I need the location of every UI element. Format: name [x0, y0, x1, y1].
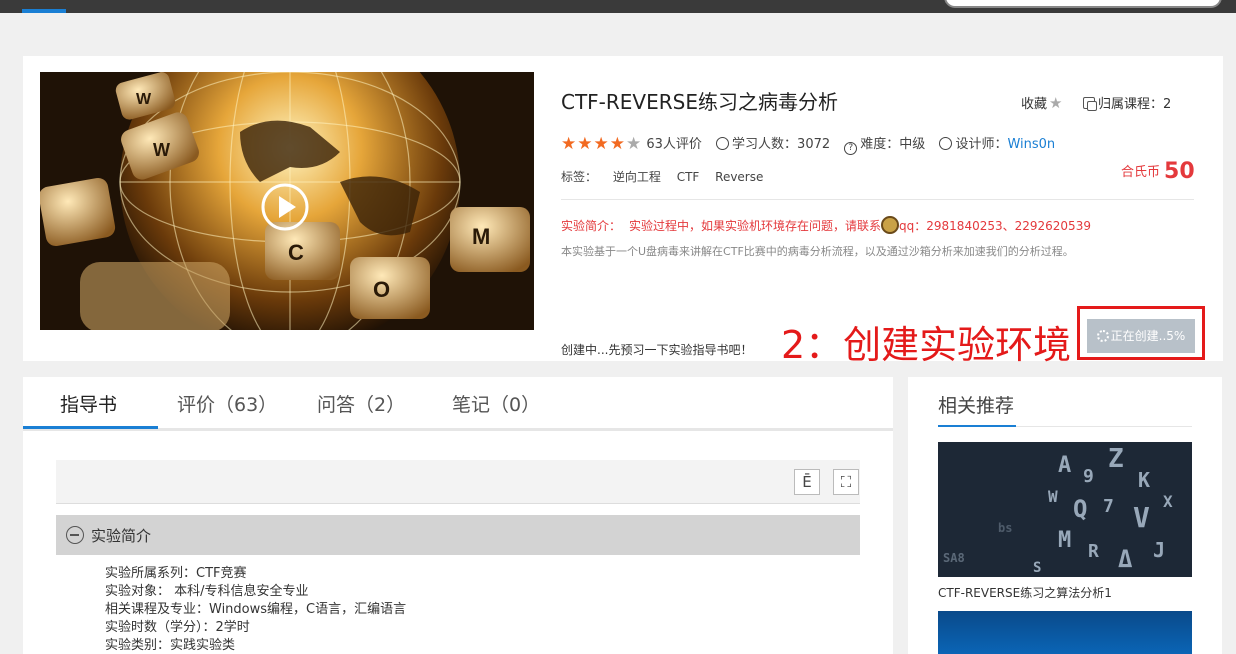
create-environment-label: 正在创建..5% [1110, 329, 1186, 343]
svg-text:SA8: SA8 [943, 551, 965, 565]
key-letter-c: C [288, 240, 304, 265]
intro-notice-text: 实验过程中，如果实验机环境存在问题，请联系 [629, 219, 882, 233]
recommend-thumbnail-2[interactable] [938, 611, 1192, 654]
coins-value: 50 [1164, 159, 1195, 184]
experiment-info: 实验所属系列：CTF竞赛 实验对象： 本科/专科信息安全专业 相关课程及专业：W… [105, 565, 406, 654]
svg-text:Δ: Δ [1118, 545, 1133, 573]
info-line: 实验对象： 本科/专科信息安全专业 [105, 584, 309, 599]
tags: 标签： 逆向工程 CTF Reverse [561, 168, 775, 185]
learners-label: 学习人数：3072 [732, 137, 831, 152]
intro-notice: 实验简介： 实验过程中，如果实验机环境存在问题，请联系 qq：2981840253、… [561, 216, 1091, 234]
coins-label: 合氏币 [1121, 165, 1161, 180]
fullscreen-button[interactable]: ⛶ [833, 469, 859, 495]
course-thumbnail[interactable]: W W C O M [40, 72, 534, 330]
favorite-label: 收藏 [1021, 97, 1048, 112]
difficulty: ? 难度：中级 [844, 137, 926, 155]
create-environment-button[interactable]: 正在创建..5% [1087, 319, 1195, 353]
top-navbar [0, 0, 1236, 13]
svg-text:W: W [1048, 487, 1058, 506]
svg-text:V: V [1133, 501, 1150, 534]
designer-icon [939, 137, 953, 150]
designer: 设计师：Wins0n [939, 137, 1055, 152]
svg-text:Z: Z [1108, 444, 1124, 474]
belongs-course[interactable]: 归属课程：2 [1083, 93, 1171, 112]
designer-link[interactable]: Wins0n [1007, 137, 1055, 152]
svg-text:J: J [1153, 538, 1165, 562]
svg-text:M: M [1058, 528, 1071, 553]
user-icon [716, 137, 730, 150]
info-line: 相关课程及专业：Windows编程，C语言，汇编语言 [105, 602, 407, 617]
key-letter-w1: W [136, 91, 152, 108]
svg-text:Q: Q [1073, 495, 1087, 523]
outline-button[interactable]: Ē [794, 469, 820, 495]
key-letter-o: O [373, 277, 390, 302]
info-line: 实验时数（学分）：2学时 [105, 620, 250, 635]
star-icon: ★ [1049, 94, 1063, 112]
section-header[interactable]: 实验简介 [56, 515, 860, 555]
svg-text:K: K [1138, 468, 1150, 492]
designer-label: 设计师： [955, 137, 1008, 152]
difficulty-label: 难度：中级 [860, 137, 926, 152]
belongs-course-label: 归属课程：2 [1098, 97, 1172, 112]
search-input[interactable] [944, 0, 1222, 8]
rating-stars: ★★★★★ [561, 134, 643, 154]
qq-avatar-icon [881, 216, 900, 234]
tag-reverse-engineering[interactable]: 逆向工程 [613, 170, 661, 184]
info-line: 实验类别：实践实验类 [105, 638, 236, 653]
svg-text:S: S [1033, 560, 1041, 576]
course-title: CTF-REVERSE练习之病毒分析 [561, 90, 838, 114]
tab-reviews[interactable]: 评价（63） [177, 390, 277, 417]
tags-label: 标签： [561, 170, 598, 184]
learners: 学习人数：3072 [716, 137, 830, 152]
intro-qq: qq：2981840253、2292620539 [899, 219, 1091, 233]
annotation-label: 2：创建实验环境 [781, 323, 1072, 367]
guide-panel: 指导书 评价（63） 问答（2） 笔记（0） Ē ⛶ 实验简介 实验所属系列：C… [23, 377, 893, 654]
svg-text:bs: bs [998, 521, 1012, 535]
course-icon [1083, 97, 1097, 111]
fullscreen-icon: ⛶ [840, 473, 852, 491]
svg-text:7: 7 [1103, 496, 1114, 517]
info-line: 实验所属系列：CTF竞赛 [105, 566, 247, 581]
course-description: 本实验基于一个U盘病毒来讲解在CTF比赛中的病毒分析流程，以及通过沙箱分析来加速… [561, 245, 1074, 258]
key-letter-w2: W [153, 140, 170, 160]
svg-text:X: X [1163, 492, 1173, 511]
favorite-button[interactable]: 收藏 ★ [1021, 93, 1062, 112]
coins: 合氏币 50 [1121, 159, 1195, 184]
svg-text:A: A [1058, 453, 1071, 478]
rating-count: 63人评价 [646, 137, 702, 152]
tag-ctf[interactable]: CTF [677, 170, 700, 184]
tab-guide[interactable]: 指导书 [60, 390, 117, 417]
course-card: W W C O M CTF-REVERSE练习之病毒分析 收藏 ★ 归属课程：2 … [23, 56, 1223, 367]
outline-icon: Ē [802, 473, 812, 491]
tab-notes[interactable]: 笔记（0） [452, 390, 540, 417]
intro-label: 实验简介： [561, 219, 622, 233]
section-title: 实验简介 [91, 527, 152, 545]
spinner-icon [1096, 330, 1109, 342]
recommend-title: 相关推荐 [938, 395, 1015, 417]
recommend-panel: 相关推荐 A 9 Z K W Q 7 V X M R Δ J S SA8 bs [908, 377, 1222, 654]
guide-toolbar: Ē ⛶ [56, 460, 860, 504]
question-icon: ? [844, 142, 858, 155]
divider [561, 199, 1194, 200]
svg-text:R: R [1088, 541, 1099, 562]
course-meta: ★★★★★ 63人评价 学习人数：3072 ? 难度：中级 设计师：Wins0n [561, 133, 1055, 155]
creating-hint: 创建中...先预习一下实验指导书吧！ [561, 343, 753, 357]
recommend-accent [938, 425, 1016, 427]
tab-qa[interactable]: 问答（2） [317, 390, 405, 417]
nav-active-indicator [22, 9, 66, 13]
collapse-icon[interactable] [66, 526, 84, 544]
recommend-item-title[interactable]: CTF-REVERSE练习之算法分析1 [938, 584, 1112, 601]
svg-text:9: 9 [1083, 466, 1094, 487]
recommend-thumbnail[interactable]: A 9 Z K W Q 7 V X M R Δ J S SA8 bs [938, 442, 1192, 577]
key-letter-m: M [472, 224, 490, 249]
tag-reverse[interactable]: Reverse [715, 170, 763, 184]
tab-bar: 指导书 评价（63） 问答（2） 笔记（0） [23, 377, 893, 431]
tab-active-indicator [23, 426, 158, 429]
